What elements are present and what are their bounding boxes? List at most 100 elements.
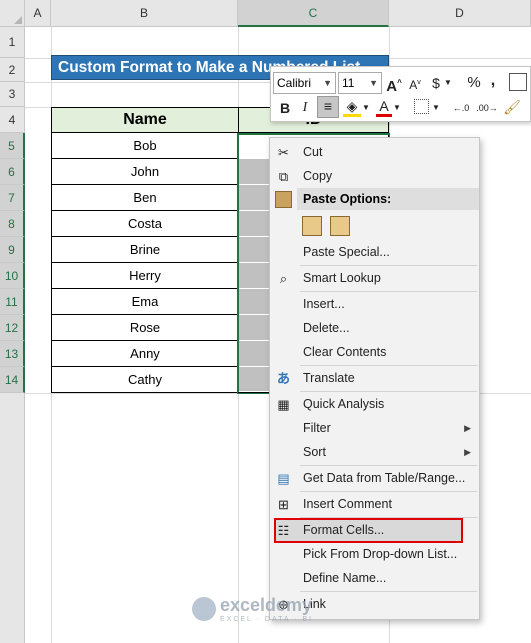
copy-icon: ⧉ <box>278 169 289 184</box>
menu-item-cut[interactable]: ✂ Cut <box>270 140 479 164</box>
menu-item-translate[interactable]: あ Translate <box>270 366 479 390</box>
decrease-font-button[interactable]: Av <box>407 73 423 95</box>
fill-color-icon[interactable]: ◈ <box>343 98 361 117</box>
format-painter-icon[interactable]: 🖌 <box>503 97 521 117</box>
table-format-icon[interactable] <box>509 73 527 91</box>
menu-item-label: Insert Comment <box>303 497 392 511</box>
column-header-c[interactable]: C <box>238 0 389 27</box>
align-center-button[interactable]: ≡ <box>317 96 339 118</box>
menu-item-label: Delete... <box>303 321 350 335</box>
menu-item-label: Paste Special... <box>303 245 390 259</box>
chevron-down-icon[interactable]: ▼ <box>361 98 371 118</box>
watermark-brand: exceldemy <box>220 595 313 615</box>
mini-toolbar: Calibri ▼ 11 ▼ A^ Av $ ▼ % , B I ≡ ◈ ▼ A… <box>270 66 531 122</box>
increase-font-icon: A <box>386 78 398 95</box>
name-cell[interactable]: Cathy <box>51 367 239 393</box>
chevron-down-icon[interactable]: ▼ <box>392 98 402 118</box>
currency-button[interactable]: $ <box>429 73 443 93</box>
menu-item-delete[interactable]: Delete... <box>270 316 479 340</box>
row-header-2[interactable]: 2 <box>0 58 25 82</box>
menu-item-insert[interactable]: Insert... <box>270 292 479 316</box>
name-cell[interactable]: Ema <box>51 289 239 315</box>
decrease-decimal-icon[interactable]: .00→ <box>475 98 499 118</box>
menu-item-get-data[interactable]: ▤ Get Data from Table/Range... <box>270 466 479 490</box>
increase-decimal-icon[interactable]: ←.0 <box>449 98 473 118</box>
submenu-arrow-icon: ▶ <box>464 447 471 457</box>
chevron-down-icon[interactable]: ▼ <box>443 73 453 93</box>
name-cell[interactable]: Bob <box>51 133 239 159</box>
menu-item-label: Smart Lookup <box>303 271 381 285</box>
menu-item-sort[interactable]: Sort ▶ <box>270 440 479 464</box>
watermark-logo-icon <box>192 597 216 621</box>
menu-item-define-name[interactable]: Define Name... <box>270 566 479 590</box>
menu-item-label: Get Data from Table/Range... <box>303 471 466 485</box>
menu-item-label: Copy <box>303 169 333 183</box>
column-header-a[interactable]: A <box>25 0 51 27</box>
menu-item-copy[interactable]: ⧉ Copy <box>270 164 479 188</box>
search-icon: ⌕ <box>279 271 288 286</box>
menu-item-filter[interactable]: Filter ▶ <box>270 416 479 440</box>
row-header-4[interactable]: 4 <box>0 107 25 133</box>
comma-style-button[interactable]: , <box>487 71 499 91</box>
name-cell[interactable]: Ben <box>51 185 239 211</box>
paste-formatting-icon[interactable] <box>302 216 322 236</box>
column-header-b[interactable]: B <box>51 0 238 27</box>
comment-icon: ⊞ <box>278 497 289 512</box>
paste-icon <box>275 191 292 208</box>
name-cell[interactable]: John <box>51 159 239 185</box>
menu-item-format-cells[interactable]: ☷ Format Cells... <box>270 518 479 542</box>
bold-button[interactable]: B <box>277 98 293 118</box>
row-header-9[interactable]: 9 <box>0 237 25 263</box>
menu-item-quick-analysis[interactable]: ▦ Quick Analysis <box>270 392 479 416</box>
menu-item-smart-lookup[interactable]: ⌕ Smart Lookup <box>270 266 479 290</box>
menu-item-pick-list[interactable]: Pick From Drop-down List... <box>270 542 479 566</box>
italic-button[interactable]: I <box>297 98 313 118</box>
row-header-3[interactable]: 3 <box>0 82 25 107</box>
chevron-down-icon: ▼ <box>369 78 378 88</box>
menu-item-insert-comment[interactable]: ⊞ Insert Comment <box>270 492 479 516</box>
menu-item-label: Cut <box>303 145 323 159</box>
context-menu: ✂ Cut ⧉ Copy Paste Options: Paste Specia… <box>269 137 480 620</box>
chevron-down-icon[interactable]: ▼ <box>431 98 441 118</box>
row-header-11[interactable]: 11 <box>0 289 25 315</box>
name-cell[interactable]: Anny <box>51 341 239 367</box>
font-name-combo[interactable]: Calibri ▼ <box>273 72 336 94</box>
menu-item-label: Define Name... <box>303 571 387 585</box>
header-cell-name[interactable]: Name <box>51 107 239 133</box>
row-header-filler <box>0 393 25 643</box>
select-all-corner[interactable] <box>0 0 25 27</box>
row-header-8[interactable]: 8 <box>0 211 25 237</box>
row-header-1[interactable]: 1 <box>0 27 25 58</box>
menu-item-paste-special[interactable]: Paste Special... <box>270 240 479 264</box>
menu-item-label: Translate <box>303 371 355 385</box>
menu-item-label: Clear Contents <box>303 345 387 359</box>
name-cell[interactable]: Herry <box>51 263 239 289</box>
paste-clipboard-icon[interactable] <box>330 216 350 236</box>
name-cell[interactable]: Rose <box>51 315 239 341</box>
menu-item-label: Filter <box>303 421 331 435</box>
percent-button[interactable]: % <box>466 73 482 93</box>
menu-item-label: Pick From Drop-down List... <box>303 547 458 561</box>
row-header-13[interactable]: 13 <box>0 341 25 367</box>
column-header-d[interactable]: D <box>389 0 531 27</box>
name-cell[interactable]: Costa <box>51 211 239 237</box>
row-header-5[interactable]: 5 <box>0 133 25 159</box>
row-header-7[interactable]: 7 <box>0 185 25 211</box>
row-header-10[interactable]: 10 <box>0 263 25 289</box>
menu-item-label: Insert... <box>303 297 345 311</box>
row-header-6[interactable]: 6 <box>0 159 25 185</box>
increase-font-button[interactable]: A^ <box>386 73 402 97</box>
row-header-12[interactable]: 12 <box>0 315 25 341</box>
row-header-14[interactable]: 14 <box>0 367 25 393</box>
font-color-icon[interactable]: A <box>376 98 392 117</box>
font-size-combo[interactable]: 11 ▼ <box>338 72 382 94</box>
watermark: exceldemy EXCEL · DATA · BI <box>192 595 313 623</box>
menu-item-label: Quick Analysis <box>303 397 385 411</box>
name-cell[interactable]: Brine <box>51 237 239 263</box>
borders-icon[interactable] <box>414 99 429 114</box>
translate-icon: あ <box>276 371 290 386</box>
menu-item-clear-contents[interactable]: Clear Contents <box>270 340 479 364</box>
table-icon: ▤ <box>277 471 290 486</box>
font-name-value: Calibri <box>277 76 312 90</box>
menu-item-label: Format Cells... <box>303 523 385 537</box>
